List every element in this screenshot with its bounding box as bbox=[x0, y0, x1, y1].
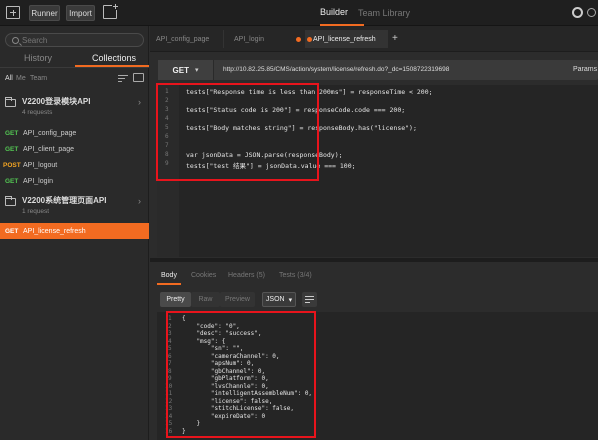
method-badge: GET bbox=[5, 177, 19, 185]
format-select[interactable]: JSON ▾ bbox=[262, 292, 296, 307]
pane-divider[interactable] bbox=[150, 258, 598, 262]
collection-name: V2200系统管理页面API bbox=[22, 196, 107, 205]
wrap-lines-icon[interactable] bbox=[302, 292, 317, 307]
collection-name: V2200登录模块API bbox=[22, 97, 91, 106]
tab-headers[interactable]: Headers (5) bbox=[228, 272, 265, 279]
method-badge: GET bbox=[5, 145, 19, 153]
runner-button[interactable]: Runner bbox=[29, 5, 60, 21]
collection-folder[interactable]: V2200系统管理页面API 1 request › bbox=[0, 191, 149, 222]
add-tab-button[interactable]: + bbox=[392, 34, 398, 44]
request-name: API_login bbox=[23, 177, 53, 185]
sidebar-item-api-login[interactable]: GET API_login bbox=[0, 173, 149, 189]
new-collection-icon[interactable] bbox=[133, 73, 144, 82]
chevron-down-icon: ▾ bbox=[288, 296, 293, 304]
search-placeholder: Search bbox=[22, 36, 48, 45]
sync-icon[interactable] bbox=[572, 7, 583, 18]
collection-request-count: 4 requests bbox=[22, 109, 53, 116]
request-tab-api-license-refresh[interactable]: API_license_refresh bbox=[306, 30, 388, 48]
request-name: API_client_page bbox=[23, 145, 74, 153]
tab-team-library[interactable]: Team Library bbox=[358, 0, 410, 26]
sidebar-item-api-config-page[interactable]: GET API_config_page bbox=[0, 125, 149, 141]
chevron-right-icon[interactable]: › bbox=[138, 97, 141, 107]
new-window-icon[interactable] bbox=[6, 6, 20, 19]
tab-body[interactable]: Body bbox=[161, 272, 177, 279]
unsaved-dot-icon bbox=[296, 37, 301, 42]
sidebar-tab-divider bbox=[0, 67, 149, 68]
tab-tests[interactable]: Tests (3/4) bbox=[279, 272, 312, 279]
request-name: API_license_refresh bbox=[23, 227, 86, 235]
method-badge: GET bbox=[5, 129, 19, 137]
new-tab-icon[interactable] bbox=[103, 4, 118, 19]
request-tab-label: API_config_page bbox=[156, 35, 210, 43]
request-name: API_logout bbox=[23, 161, 58, 169]
folder-icon bbox=[5, 97, 16, 107]
pretty-button[interactable]: Pretty bbox=[160, 292, 191, 307]
request-name: API_config_page bbox=[23, 129, 77, 137]
sidebar: Search History Collections All Me Team V… bbox=[0, 26, 149, 440]
folder-icon bbox=[5, 196, 16, 206]
tab-builder-label: Builder bbox=[320, 7, 349, 17]
request-tab-bar: API_config_page API_login API_license_re… bbox=[150, 26, 598, 52]
method-badge: POST bbox=[3, 161, 21, 169]
request-tab-label: API_login bbox=[234, 35, 264, 43]
collection-request-count: 1 request bbox=[22, 208, 50, 215]
request-tab-label: API_license_refresh bbox=[313, 35, 376, 43]
editor-highlight-box bbox=[156, 83, 319, 181]
unsaved-dot-icon bbox=[307, 37, 312, 42]
sidebar-item-api-license-refresh[interactable]: GET API_license_refresh bbox=[0, 223, 149, 239]
search-icon bbox=[12, 37, 19, 44]
url-input[interactable]: http://10.82.25.85/CMS/action/system/lic… bbox=[223, 66, 449, 73]
top-toolbar: Runner Import Builder Team Library bbox=[0, 0, 598, 26]
request-tab-api-config-page[interactable]: API_config_page bbox=[150, 30, 224, 48]
method-select[interactable]: GET ▾ bbox=[158, 60, 214, 80]
collection-folder[interactable]: V2200登录模块API 4 requests › bbox=[0, 92, 149, 123]
tab-team-library-label: Team Library bbox=[358, 8, 411, 18]
interceptor-icon[interactable] bbox=[587, 8, 596, 17]
search-input[interactable]: Search bbox=[5, 33, 144, 47]
url-bar: GET ▾ http://10.82.25.85/CMS/action/syst… bbox=[158, 60, 598, 80]
sidebar-item-api-logout[interactable]: POST API_logout bbox=[0, 157, 149, 173]
filter-me[interactable]: Me bbox=[16, 75, 26, 82]
request-tab-api-login[interactable]: API_login bbox=[228, 30, 306, 48]
response-highlight-box bbox=[166, 311, 316, 438]
body-tab-underline bbox=[157, 283, 181, 285]
method-select-value: GET bbox=[172, 65, 189, 75]
format-select-value: JSON bbox=[265, 296, 285, 303]
tab-cookies[interactable]: Cookies bbox=[191, 272, 216, 279]
filter-all[interactable]: All bbox=[5, 75, 13, 82]
method-badge: GET bbox=[5, 227, 19, 235]
chevron-down-icon: ▾ bbox=[194, 67, 199, 74]
sidebar-item-api-client-page[interactable]: GET API_client_page bbox=[0, 141, 149, 157]
tab-history[interactable]: History bbox=[24, 53, 52, 63]
chevron-right-icon[interactable]: › bbox=[138, 196, 141, 206]
import-button[interactable]: Import bbox=[66, 5, 95, 21]
raw-button[interactable]: Raw bbox=[191, 292, 220, 307]
filter-team[interactable]: Team bbox=[30, 75, 47, 82]
sort-icon[interactable] bbox=[118, 74, 128, 82]
params-button[interactable]: Params bbox=[573, 66, 597, 73]
preview-button[interactable]: Preview bbox=[220, 292, 255, 307]
tab-collections[interactable]: Collections bbox=[92, 53, 136, 63]
